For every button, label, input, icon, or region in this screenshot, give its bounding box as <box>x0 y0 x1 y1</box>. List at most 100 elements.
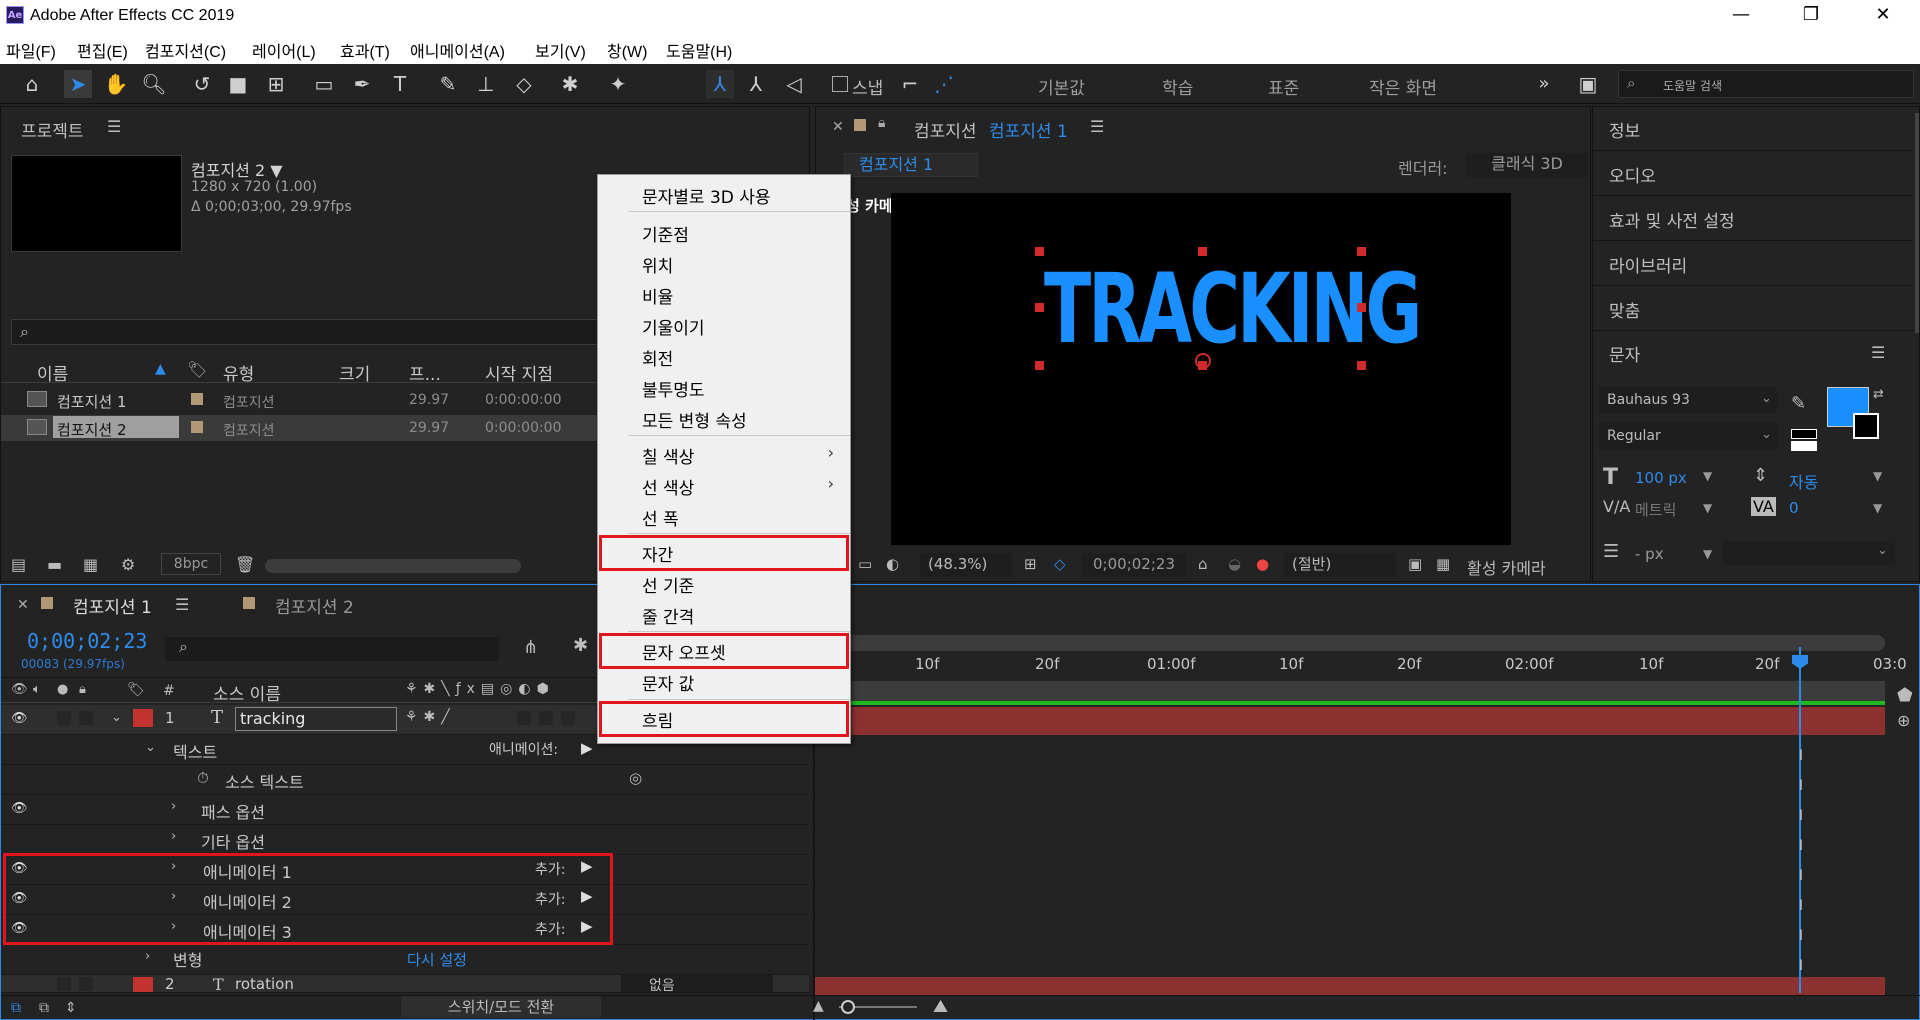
align-panel-tab[interactable]: 맞춤 <box>1593 287 1913 331</box>
font-family-select[interactable]: Bauhaus 93 ⌄ <box>1599 387 1777 413</box>
lock-checkbox[interactable] <box>79 977 93 991</box>
workspace-small-screen[interactable]: 작은 화면 <box>1369 74 1437 99</box>
chevron-down-icon[interactable]: ▼ <box>1703 547 1712 561</box>
panel-menu-icon[interactable]: ☰ <box>1871 343 1885 362</box>
toggle-switches-modes-button[interactable]: 스위치/모드 전환 <box>401 996 601 1018</box>
hand-tool-icon[interactable]: ✋ <box>102 70 130 98</box>
eraser-tool-icon[interactable]: ◇ <box>510 70 538 98</box>
timeline-search-input[interactable]: ⌕ <box>165 637 499 661</box>
black-swatch[interactable] <box>1791 429 1817 439</box>
layer-1-duration-bar[interactable] <box>815 707 1885 735</box>
transparency-icon[interactable]: ▦ <box>1436 555 1450 573</box>
animate-menu-icon[interactable]: ▶ <box>581 739 593 757</box>
panel-menu-icon[interactable]: ☰ <box>1090 117 1104 136</box>
chevron-down-icon[interactable]: ▼ <box>1703 469 1712 483</box>
viewer-tab-prefix[interactable]: 컴포지션 <box>914 117 977 142</box>
audio-switch-icon[interactable]: 🔈︎ <box>33 682 41 697</box>
stopwatch-icon[interactable]: ⏱︎ <box>197 769 209 787</box>
roto-brush-tool-icon[interactable]: ✱ <box>556 70 584 98</box>
timeline-tab-2[interactable]: 컴포지션 2 <box>275 593 354 618</box>
menu-item-skew[interactable]: 기울이기 <box>642 314 705 339</box>
switch-box[interactable] <box>517 711 531 725</box>
zoom-in-icon[interactable]: ⛰︎ <box>933 996 948 1017</box>
stroke-color-swatch[interactable] <box>1853 413 1879 439</box>
chevron-down-icon[interactable]: ⌄ <box>145 740 156 755</box>
tracking-value[interactable]: 0 <box>1789 499 1799 517</box>
composition-canvas[interactable]: TRACKING <box>891 193 1511 545</box>
close-button[interactable]: ✕ <box>1860 0 1906 30</box>
bit-depth-button[interactable]: 8bpc <box>161 553 221 575</box>
handle-top-right[interactable] <box>1357 247 1366 256</box>
layer-name-input[interactable]: tracking <box>235 707 397 731</box>
more-workspaces-icon[interactable]: » <box>1530 70 1558 98</box>
menu-item-fill-color[interactable]: 칠 색상 <box>642 443 694 468</box>
menu-item-rotation[interactable]: 회전 <box>642 345 673 370</box>
menu-item-character-value[interactable]: 문자 값 <box>642 670 694 695</box>
type-tool-icon[interactable]: T <box>386 70 414 98</box>
libraries-panel-tab[interactable]: 라이브러리 <box>1593 242 1913 286</box>
menu-item-per-char-3d[interactable]: 문자별로 3D 사용 <box>642 183 771 208</box>
menu-view[interactable]: 보기(V) <box>535 38 586 62</box>
lock-icon[interactable]: 🔒︎ <box>878 115 885 131</box>
solo-checkbox[interactable] <box>57 977 71 991</box>
zoom-out-icon[interactable]: ▲ <box>813 998 824 1014</box>
label-color-swatch[interactable] <box>191 393 203 405</box>
always-preview-icon[interactable]: ▭ <box>858 555 872 573</box>
expand-layer-switches-icon[interactable]: ⧉ <box>11 1000 21 1016</box>
chevron-down-icon[interactable]: ⌄ <box>111 710 122 725</box>
help-search-box[interactable]: ⌕ 도움말 검색 <box>1618 70 1914 98</box>
white-swatch[interactable] <box>1791 441 1817 451</box>
menu-layer[interactable]: 레이어(L) <box>252 38 316 62</box>
menu-item-all-transform[interactable]: 모든 변형 속성 <box>642 407 747 432</box>
info-panel-tab[interactable]: 정보 <box>1593 107 1913 151</box>
pick-whip-icon[interactable]: ◎ <box>629 769 642 787</box>
handle-bottom-right[interactable] <box>1357 361 1366 370</box>
chevron-down-icon[interactable]: ▼ <box>1873 501 1882 515</box>
eye-icon[interactable]: 👁︎ <box>11 711 28 726</box>
work-area-bar[interactable] <box>815 635 1885 651</box>
col-in-point[interactable]: 시작 지점 <box>485 360 553 385</box>
layer-label-color[interactable] <box>133 977 153 992</box>
clone-stamp-tool-icon[interactable]: ⊥ <box>472 70 500 98</box>
layer-name[interactable]: rotation <box>235 975 294 992</box>
close-icon[interactable]: ✕ <box>832 119 844 135</box>
col-framerate[interactable]: 프... <box>409 360 441 385</box>
show-snapshot-icon[interactable]: ◒ <box>1228 555 1241 573</box>
handle-bottom-left[interactable] <box>1035 361 1044 370</box>
switch-box[interactable] <box>561 711 575 725</box>
handle-top-left[interactable] <box>1035 247 1044 256</box>
chevron-right-icon[interactable]: › <box>171 829 176 844</box>
rotate-tool-icon[interactable]: ↺ <box>188 70 216 98</box>
brush-tool-icon[interactable]: ✎ <box>434 70 462 98</box>
trash-icon[interactable]: 🗑︎ <box>235 555 255 574</box>
col-type[interactable]: 유형 <box>223 360 254 385</box>
reset-link[interactable]: 다시 설정 <box>407 949 467 970</box>
minimize-button[interactable]: — <box>1718 0 1764 30</box>
chevron-down-icon[interactable]: ▼ <box>1873 469 1882 483</box>
project-tab[interactable]: 프로젝트 <box>21 117 84 142</box>
active-camera-select[interactable]: 활성 카메라 <box>1467 555 1546 579</box>
layer-label-color[interactable] <box>133 709 153 727</box>
draft-3d-icon[interactable]: ✱ <box>573 635 588 656</box>
menu-item-anchor-point[interactable]: 기준점 <box>642 221 689 246</box>
zoom-slider-handle[interactable] <box>841 1000 855 1014</box>
chevron-right-icon[interactable]: › <box>145 949 150 964</box>
workspace-default[interactable]: 기본값 <box>1038 74 1085 99</box>
current-time-display[interactable]: 0;00;02;23 <box>27 629 147 653</box>
comp-marker-bin-icon[interactable]: ⬟ <box>1897 685 1913 706</box>
lock-icon[interactable]: 🔒︎ <box>79 682 86 697</box>
menu-effect[interactable]: 효과(T) <box>340 38 390 62</box>
kerning-value[interactable]: 메트릭 <box>1635 499 1676 520</box>
lock-checkbox[interactable] <box>79 711 93 725</box>
mask-visibility-icon[interactable]: ◐ <box>886 555 899 573</box>
label-icon[interactable]: 🏷︎ <box>187 360 207 379</box>
panel-menu-icon[interactable]: ☰ <box>107 117 121 136</box>
project-settings-icon[interactable]: ⚙ <box>121 555 135 574</box>
selection-tool-icon[interactable]: ➤ <box>64 70 92 98</box>
home-icon[interactable]: ⌂ <box>18 70 46 98</box>
viewer-comp-subtab[interactable]: 컴포지션 1 <box>844 153 978 177</box>
menu-item-stroke-width[interactable]: 선 폭 <box>642 505 679 530</box>
layer-2-duration-bar[interactable] <box>815 977 1885 995</box>
menu-item-position[interactable]: 위치 <box>642 252 673 277</box>
text-layer-bounds[interactable]: TRACKING <box>1039 251 1422 367</box>
